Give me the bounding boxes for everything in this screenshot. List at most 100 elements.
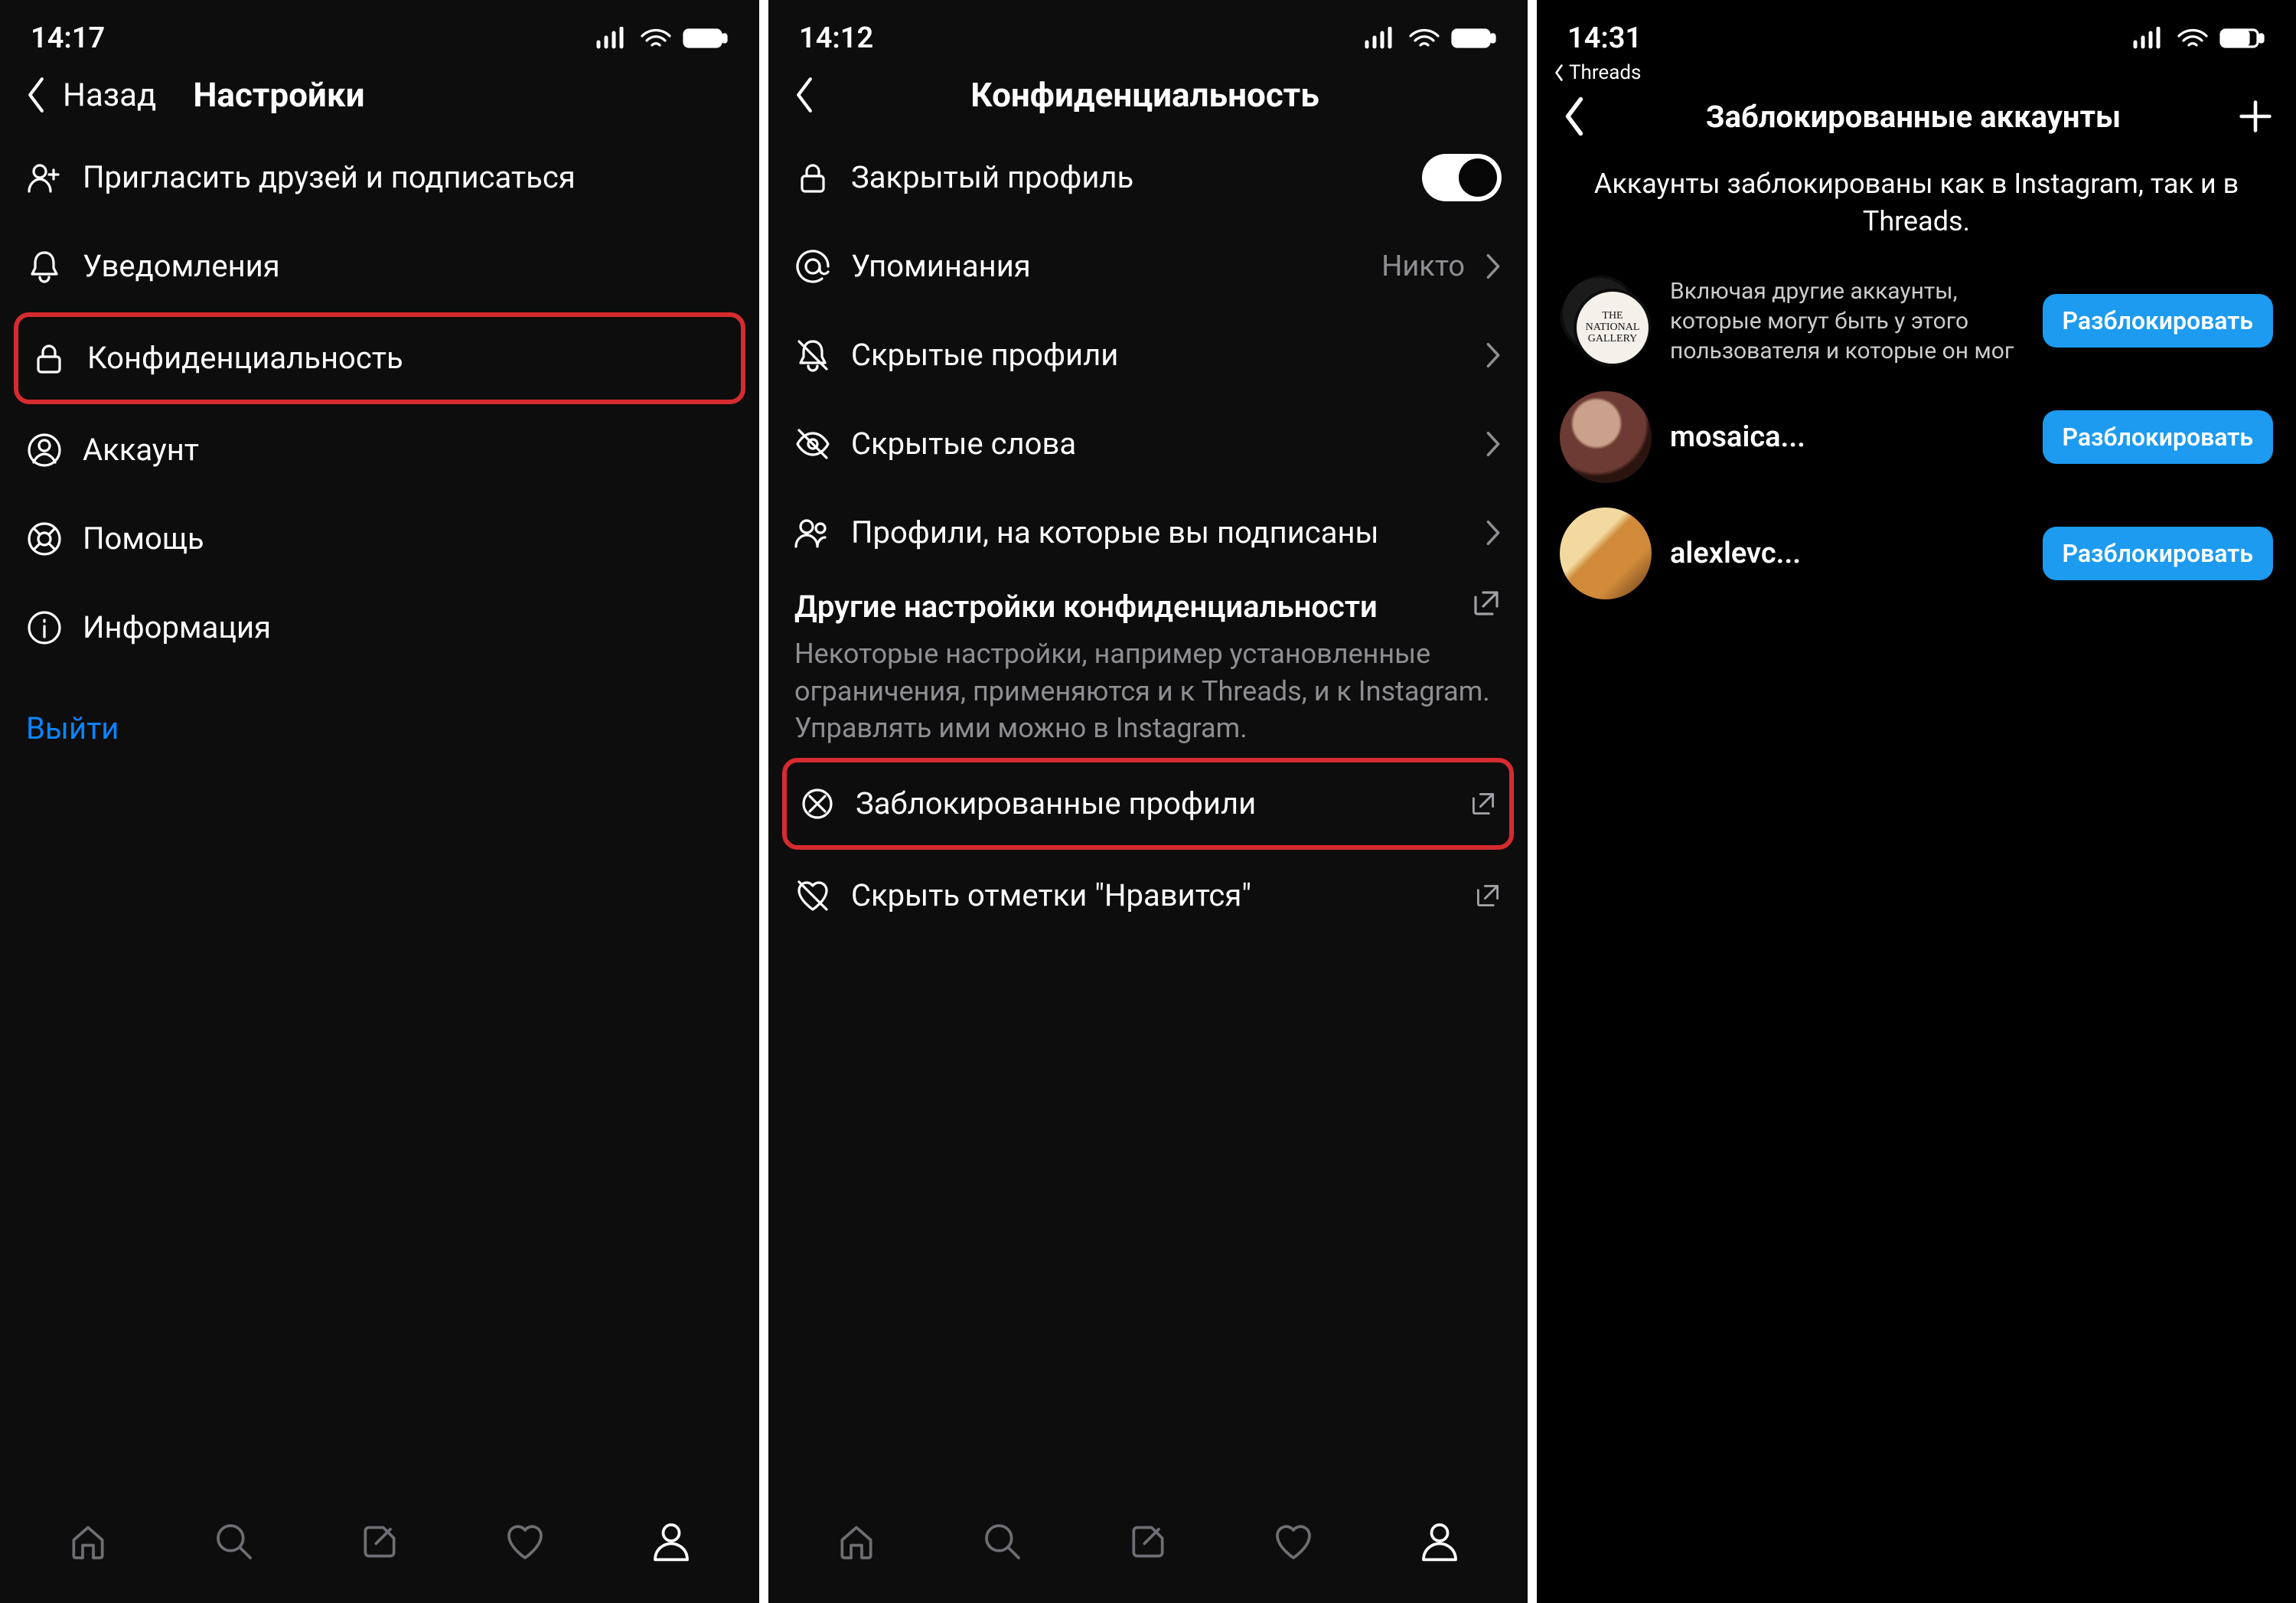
status-icons xyxy=(595,27,729,50)
account-name: mosaica... xyxy=(1670,420,2024,454)
battery-icon xyxy=(1451,27,1497,50)
unblock-button[interactable]: Разблокировать xyxy=(2043,294,2274,348)
row-notifications[interactable]: Уведомления xyxy=(0,222,759,311)
status-time: 14:17 xyxy=(31,21,105,55)
blocked-account-row: mosaica... Разблокировать xyxy=(1537,379,2296,495)
battery-icon xyxy=(683,27,729,50)
blocked-account-row: alexlevc... Разблокировать xyxy=(1537,495,2296,612)
row-privacy[interactable]: Конфиденциальность xyxy=(18,317,741,400)
section-description: Некоторые настройки, например установлен… xyxy=(768,631,1528,756)
row-hide-likes[interactable]: Скрыть отметки "Нравится" xyxy=(768,851,1528,940)
tab-bar xyxy=(0,1497,759,1603)
account-subtext: Включая другие аккаунты, которые могут б… xyxy=(1670,276,2024,366)
heart-icon xyxy=(1272,1520,1315,1563)
status-icons xyxy=(2132,27,2265,50)
row-label: Выйти xyxy=(26,710,733,748)
row-label: Скрыть отметки "Нравится" xyxy=(851,877,1454,915)
row-help[interactable]: Помощь xyxy=(0,495,759,583)
avatar[interactable]: THE NATIONAL GALLERY xyxy=(1560,275,1652,367)
avatar[interactable] xyxy=(1560,391,1652,483)
row-account[interactable]: Аккаунт xyxy=(0,406,759,495)
heart-off-icon xyxy=(794,877,831,914)
bell-icon xyxy=(26,248,63,285)
user-circle-icon xyxy=(26,432,63,468)
chevron-right-icon xyxy=(1485,518,1502,547)
section-title: Другие настройки конфиденциальности xyxy=(794,588,1456,626)
wifi-icon xyxy=(2177,27,2209,50)
highlight-blocked: Заблокированные профили xyxy=(782,758,1514,850)
status-icons xyxy=(1364,27,1497,50)
tab-bar xyxy=(768,1497,1528,1603)
tab-activity[interactable] xyxy=(1272,1520,1315,1569)
private-profile-toggle[interactable] xyxy=(1422,154,1502,201)
back-button[interactable] xyxy=(1560,95,1589,138)
blocked-account-row: THE NATIONAL GALLERY Включая другие акка… xyxy=(1537,263,2296,379)
section-other-privacy[interactable]: Другие настройки конфиденциальности xyxy=(768,577,1528,631)
row-label: Закрытый профиль xyxy=(851,158,1402,197)
row-mentions[interactable]: Упоминания Никто xyxy=(768,222,1528,311)
at-icon xyxy=(794,248,831,285)
search-icon xyxy=(981,1520,1024,1563)
tab-search[interactable] xyxy=(213,1520,256,1569)
chevron-right-icon xyxy=(1485,341,1502,370)
breadcrumb-back-to-app[interactable]: Threads xyxy=(1537,61,2296,90)
row-logout[interactable]: Выйти xyxy=(0,684,759,773)
status-bar: 14:31 xyxy=(1537,0,2296,61)
tab-profile[interactable] xyxy=(1418,1520,1461,1569)
row-label: Скрытые профили xyxy=(851,336,1465,374)
signal-icon xyxy=(1364,27,1397,50)
home-icon xyxy=(67,1520,109,1563)
signal-icon xyxy=(595,27,629,50)
row-hidden-profiles[interactable]: Скрытые профили xyxy=(768,311,1528,400)
header: Назад Настройки xyxy=(0,61,759,133)
row-blocked-profiles[interactable]: Заблокированные профили xyxy=(787,762,1509,845)
row-label: Аккаунт xyxy=(83,431,733,469)
home-icon xyxy=(835,1520,878,1563)
highlight-privacy: Конфиденциальность xyxy=(14,312,745,404)
tab-compose[interactable] xyxy=(358,1520,401,1569)
compose-icon xyxy=(1127,1520,1169,1563)
tab-profile[interactable] xyxy=(650,1520,693,1569)
account-name: alexlevc... xyxy=(1670,537,2024,570)
chevron-left-icon xyxy=(1560,95,1589,138)
add-button[interactable] xyxy=(2238,99,2273,134)
row-following-profiles[interactable]: Профили, на которые вы подписаны xyxy=(768,488,1528,577)
unblock-button[interactable]: Разблокировать xyxy=(2043,527,2274,580)
screen-blocked-accounts: 14:31 Threads Заблокированные аккаунты А… xyxy=(1537,0,2296,1603)
avatar[interactable] xyxy=(1560,508,1652,599)
row-private-profile[interactable]: Закрытый профиль xyxy=(768,133,1528,222)
lifebuoy-icon xyxy=(26,521,63,557)
unblock-button[interactable]: Разблокировать xyxy=(2043,410,2274,464)
wifi-icon xyxy=(640,27,672,50)
back-button[interactable] xyxy=(23,75,49,115)
status-bar: 14:17 xyxy=(0,0,759,61)
tab-activity[interactable] xyxy=(504,1520,546,1569)
external-link-icon xyxy=(1474,882,1502,909)
row-info[interactable]: Информация xyxy=(0,583,759,672)
tab-compose[interactable] xyxy=(1127,1520,1169,1569)
screen-settings: 14:17 Назад Настройки Пригласить друзей … xyxy=(0,0,759,1603)
back-label[interactable]: Назад xyxy=(63,77,156,114)
compose-icon xyxy=(358,1520,401,1563)
row-invite-friends[interactable]: Пригласить друзей и подписаться xyxy=(0,133,759,222)
row-label: Профили, на которые вы подписаны xyxy=(851,514,1465,552)
status-time: 14:12 xyxy=(799,21,873,55)
tab-home[interactable] xyxy=(67,1520,109,1569)
heart-icon xyxy=(504,1520,546,1563)
page-title: Настройки xyxy=(193,75,736,115)
search-icon xyxy=(213,1520,256,1563)
signal-icon xyxy=(2132,27,2166,50)
tab-search[interactable] xyxy=(981,1520,1024,1569)
page-title: Заблокированные аккаунты xyxy=(1603,99,2224,135)
lock-icon xyxy=(31,340,67,377)
row-hidden-words[interactable]: Скрытые слова xyxy=(768,400,1528,488)
row-label: Пригласить друзей и подписаться xyxy=(83,158,733,197)
breadcrumb-label: Threads xyxy=(1569,61,1641,84)
lock-icon xyxy=(794,159,831,196)
chevron-right-icon xyxy=(1485,429,1502,459)
status-time: 14:31 xyxy=(1567,21,1642,55)
row-label: Упоминания xyxy=(851,247,1362,286)
chevron-left-icon xyxy=(1552,64,1566,82)
tab-home[interactable] xyxy=(835,1520,878,1569)
chevron-left-icon xyxy=(23,75,49,115)
